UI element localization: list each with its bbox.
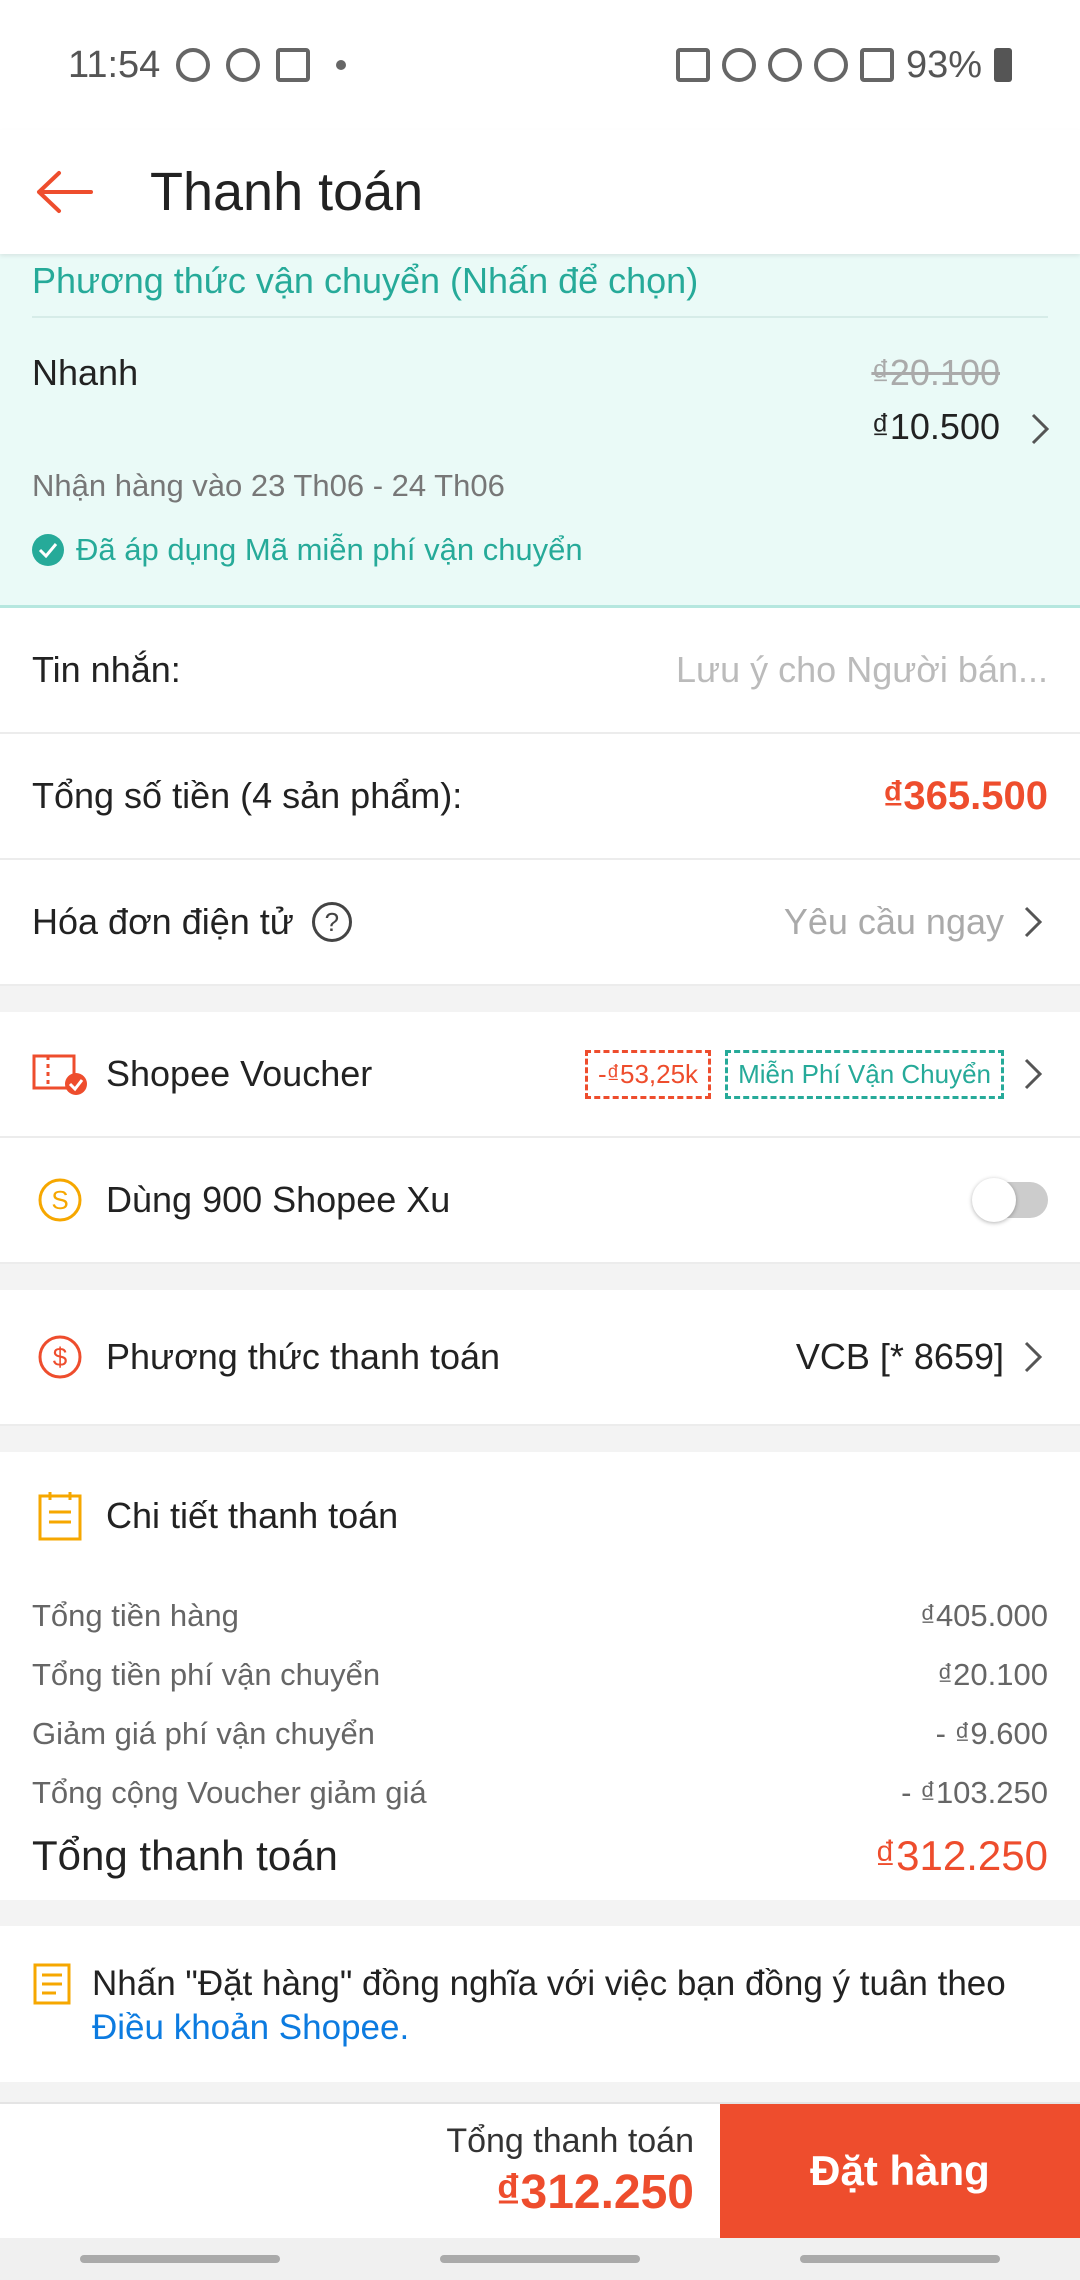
- subtotal-label: Tổng số tiền (4 sản phẩm):: [32, 775, 463, 816]
- coins-label: Dùng 900 Shopee Xu: [106, 1179, 451, 1220]
- detail-line-value: ₫20.100: [937, 1656, 1048, 1692]
- detail-line-merchandise: Tổng tiền hàng ₫405.000: [32, 1586, 1048, 1645]
- message-input[interactable]: Lưu ý cho Người bán...: [676, 649, 1048, 691]
- svg-text:$: $: [53, 1342, 68, 1372]
- payment-method-row[interactable]: $ Phương thức thanh toán VCB [* 8659]: [0, 1290, 1080, 1426]
- battery-saver-icon: [675, 48, 710, 82]
- message-label: Tin nhắn:: [32, 649, 181, 690]
- shipping-option-name: Nhanh: [32, 352, 139, 393]
- payment-details-section: Chi tiết thanh toán Tổng tiền hàng ₫405.…: [0, 1452, 1080, 1900]
- page-title: Thanh toán: [150, 162, 424, 222]
- headset-icon: [176, 48, 211, 82]
- e-invoice-row[interactable]: Hóa đơn điện tử ? Yêu cầu ngay: [0, 860, 1080, 986]
- voucher-label: Shopee Voucher: [106, 1053, 373, 1094]
- voucher-discount-tag: -₫53,25k: [584, 1049, 712, 1099]
- chevron-right-icon[interactable]: [1018, 1054, 1048, 1094]
- subtotal-value: ₫365.500: [882, 773, 1048, 818]
- detail-total-value: ₫312.250: [874, 1832, 1048, 1879]
- bottom-total: Tổng thanh toán ₫312.250: [0, 2104, 720, 2238]
- chevron-right-icon[interactable]: [1018, 1337, 1048, 1377]
- detail-line-shipping-discount: Giảm giá phí vận chuyển - ₫9.600: [32, 1704, 1048, 1763]
- section-divider: [0, 1264, 1080, 1290]
- payment-details-title: Chi tiết thanh toán: [106, 1495, 399, 1536]
- shield-icon: [276, 48, 311, 82]
- detail-line-label: Giảm giá phí vận chuyển: [32, 1715, 375, 1751]
- section-divider: [0, 1900, 1080, 1926]
- bottom-total-label: Tổng thanh toán: [446, 2122, 694, 2160]
- free-shipping-applied: Đã áp dụng Mã miễn phí vận chuyển: [32, 532, 583, 568]
- wifi-icon: [813, 48, 848, 82]
- battery-icon: [994, 48, 1012, 82]
- svg-text:S: S: [51, 1185, 68, 1215]
- section-divider: [0, 986, 1080, 1012]
- signal-icon: [859, 48, 894, 82]
- terms-notice: Nhấn "Đặt hàng" đồng nghĩa với việc bạn …: [0, 1926, 1080, 2082]
- e-invoice-label: Hóa đơn điện tử: [32, 901, 294, 942]
- detail-line-value: - ₫103.250: [901, 1774, 1048, 1810]
- bluetooth-icon: [721, 48, 756, 82]
- terms-text: Nhấn "Đặt hàng" đồng nghĩa với việc bạn …: [92, 1964, 1006, 2003]
- payment-method-label: Phương thức thanh toán: [106, 1336, 501, 1377]
- status-time: 11:54: [68, 43, 161, 86]
- detail-line-label: Tổng cộng Voucher giảm giá: [32, 1774, 427, 1810]
- back-arrow-icon[interactable]: [30, 157, 100, 227]
- subtotal-row: Tổng số tiền (4 sản phẩm): ₫365.500: [0, 734, 1080, 860]
- messenger-icon: [226, 48, 261, 82]
- mute-icon: [767, 48, 802, 82]
- payment-details-lines: Tổng tiền hàng ₫405.000 Tổng tiền phí vậ…: [32, 1586, 1048, 1890]
- bottom-total-value: ₫312.250: [495, 2166, 694, 2219]
- coins-toggle[interactable]: [972, 1178, 1048, 1222]
- shopee-coins-row: S Dùng 900 Shopee Xu: [0, 1138, 1080, 1264]
- help-icon[interactable]: ?: [311, 902, 352, 942]
- detail-line-label: Tổng tiền hàng: [32, 1597, 239, 1633]
- battery-percent: 93%: [905, 43, 982, 86]
- checkout-bottom-bar: Tổng thanh toán ₫312.250 Đặt hàng: [0, 2102, 1080, 2238]
- shipping-method-header[interactable]: Phương thức vận chuyển (Nhấn để chọn): [32, 254, 1048, 318]
- voucher-shipping-tag: Miễn Phí Vận Chuyển: [725, 1049, 1004, 1099]
- free-shipping-applied-text: Đã áp dụng Mã miễn phí vận chuyển: [76, 532, 583, 567]
- shopee-voucher-row[interactable]: Shopee Voucher -₫53,25k Miễn Phí Vận Chu…: [0, 1012, 1080, 1138]
- terms-link[interactable]: Điều khoản Shopee.: [92, 2008, 409, 2047]
- detail-total-label: Tổng thanh toán: [32, 1832, 338, 1879]
- chevron-right-icon[interactable]: [1018, 902, 1048, 942]
- back-button[interactable]: [800, 2255, 1000, 2263]
- document-icon: [32, 1962, 72, 2082]
- detail-total-line: Tổng thanh toán ₫312.250: [32, 1822, 1048, 1890]
- status-bar: 11:54 93%: [0, 0, 1080, 130]
- coin-icon: S: [32, 1172, 88, 1228]
- checkout-content: Phương thức vận chuyển (Nhấn để chọn) Nh…: [0, 254, 1080, 2082]
- home-button[interactable]: [440, 2255, 640, 2263]
- voucher-icon: [32, 1046, 88, 1102]
- detail-line-voucher-discount: Tổng cộng Voucher giảm giá - ₫103.250: [32, 1763, 1048, 1822]
- shipping-old-price: ₫20.100: [871, 352, 1000, 393]
- delivery-date: Nhận hàng vào 23 Th06 - 24 Th06: [32, 468, 505, 503]
- detail-line-value: - ₫9.600: [935, 1715, 1048, 1751]
- system-nav-bar: [0, 2238, 1080, 2280]
- section-divider: [0, 1426, 1080, 1452]
- detail-line-label: Tổng tiền phí vận chuyển: [32, 1656, 381, 1692]
- recent-apps-button[interactable]: [80, 2255, 280, 2263]
- more-notifications-icon: [336, 60, 347, 70]
- shipping-method-section[interactable]: Phương thức vận chuyển (Nhấn để chọn) Nh…: [0, 254, 1080, 608]
- shipping-new-price: ₫10.500: [871, 406, 1000, 447]
- toggle-knob: [972, 1178, 1016, 1222]
- e-invoice-action[interactable]: Yêu cầu ngay: [784, 901, 1004, 943]
- message-row: Tin nhắn: Lưu ý cho Người bán...: [0, 608, 1080, 734]
- check-circle-icon: [32, 534, 64, 566]
- payment-method-value: VCB [* 8659]: [795, 1336, 1004, 1377]
- chevron-right-icon[interactable]: [1030, 412, 1050, 451]
- detail-line-value: ₫405.000: [920, 1597, 1048, 1633]
- clipboard-icon: [32, 1488, 88, 1544]
- place-order-button[interactable]: Đặt hàng: [720, 2104, 1080, 2238]
- dollar-icon: $: [32, 1329, 88, 1385]
- app-bar: Thanh toán: [0, 130, 1080, 254]
- detail-line-shipping: Tổng tiền phí vận chuyển ₫20.100: [32, 1645, 1048, 1704]
